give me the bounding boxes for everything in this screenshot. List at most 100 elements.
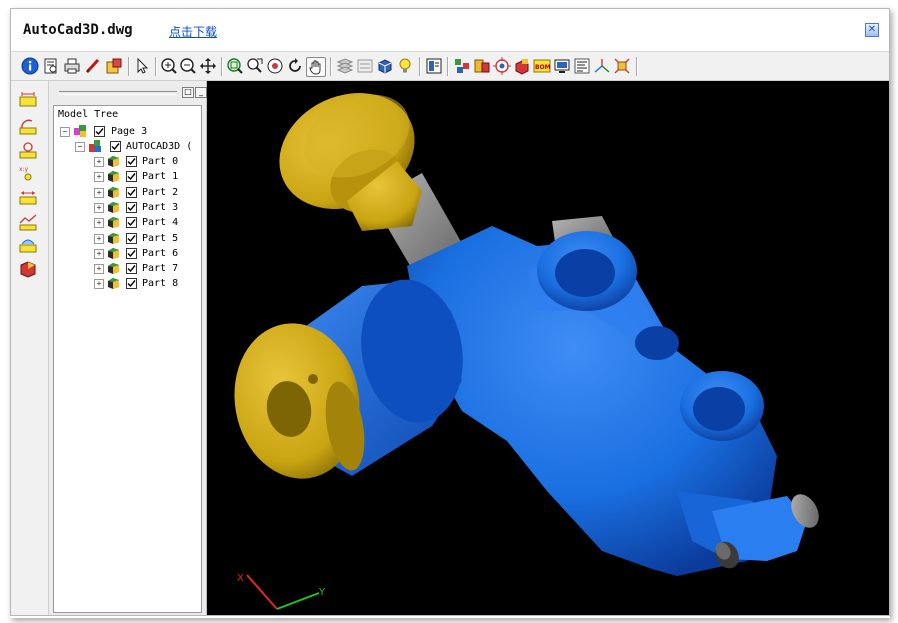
tree-node-part[interactable]: + Part 7 (54, 262, 200, 276)
panel-header: □ _ (49, 81, 207, 101)
preview-icon[interactable] (42, 57, 60, 75)
tree-node-part[interactable]: + Part 3 (54, 201, 200, 215)
3d-viewport[interactable]: X Y (207, 81, 889, 615)
part-icon (108, 263, 119, 275)
collapse-icon[interactable]: − (75, 142, 85, 152)
measure-length-icon[interactable] (18, 187, 38, 207)
checkbox[interactable] (126, 156, 137, 167)
top-gold-knob (279, 93, 422, 231)
expand-icon[interactable]: + (94, 218, 104, 229)
toolbar-separator (447, 57, 448, 76)
fit-all-icon[interactable] (613, 57, 631, 75)
checkbox[interactable] (126, 186, 137, 198)
checkbox[interactable] (94, 126, 105, 137)
checkbox[interactable] (126, 232, 137, 244)
hand-pan-icon[interactable] (306, 57, 326, 77)
part-icon (108, 247, 119, 259)
target-icon[interactable] (493, 57, 511, 75)
expand-icon[interactable]: + (94, 233, 104, 244)
expand-icon[interactable]: + (94, 248, 104, 259)
y-axis-label: Y (318, 587, 326, 598)
main-body (407, 226, 807, 576)
tree-node-part[interactable]: + Part 5 (54, 232, 200, 246)
zoom-fit-icon[interactable] (266, 57, 284, 75)
markup-pen-icon[interactable] (84, 57, 102, 75)
tree-node-page[interactable]: − Page 3 (54, 125, 200, 139)
main-toolbar: BOM (11, 52, 889, 81)
zoom-window-icon[interactable] (226, 57, 244, 75)
expand-icon[interactable]: + (94, 157, 104, 167)
svg-text:BOM: BOM (535, 64, 551, 71)
checkbox[interactable] (126, 247, 137, 259)
measure-radius-icon[interactable] (18, 141, 38, 161)
measure-point-icon[interactable]: x:y (18, 163, 38, 183)
part-icon (108, 186, 119, 198)
measure-angle-icon[interactable] (18, 117, 38, 137)
tree-node-part[interactable]: + Part 8 (54, 277, 200, 291)
export-icon[interactable] (105, 57, 123, 75)
expand-icon[interactable]: + (94, 172, 104, 183)
tree-node-label: Part 0 (142, 156, 179, 167)
tree-node-assembly[interactable]: − AUTOCAD3D ( (54, 140, 200, 154)
panel-minimize-button[interactable]: _ (195, 87, 207, 98)
select-arrow-icon[interactable] (133, 57, 151, 75)
checkbox[interactable] (110, 141, 121, 152)
box-icon[interactable] (18, 259, 38, 279)
model-tree: Model Tree − Page 3 − AUTOCAD3D ( + Part … (53, 105, 202, 613)
checkbox[interactable] (126, 278, 137, 290)
zoom-out-icon[interactable] (179, 57, 197, 75)
bom-icon[interactable]: BOM (533, 57, 551, 75)
download-link[interactable]: 点击下载 (169, 23, 217, 40)
section-icon[interactable] (473, 57, 491, 75)
dimension-icon[interactable] (356, 57, 374, 75)
tree-node-part[interactable]: + Part 4 (54, 216, 200, 230)
print-icon[interactable] (63, 57, 81, 75)
tree-node-part[interactable]: + Part 6 (54, 247, 200, 261)
axis-icon[interactable] (593, 57, 611, 75)
tree-node-part[interactable]: + Part 2 (54, 186, 200, 200)
pan-icon[interactable] (199, 57, 217, 75)
panel-splitter[interactable] (59, 91, 177, 95)
zoom-extents-icon[interactable] (246, 57, 264, 75)
measure-chart-icon[interactable] (18, 213, 38, 233)
toolbar-separator (128, 57, 129, 76)
title-bar: AutoCad3D.dwg 点击下载 ✕ (11, 9, 889, 52)
viewer-window: AutoCad3D.dwg 点击下载 ✕ BOM x:y □ _ Model T… (10, 8, 890, 616)
tree-node-label: Part 5 (142, 232, 179, 244)
checkbox[interactable] (126, 201, 137, 213)
tree-node-label: Part 4 (142, 217, 179, 229)
display-icon[interactable] (553, 57, 571, 75)
zoom-in-icon[interactable] (160, 57, 178, 75)
tree-node-part[interactable]: + Part 1 (54, 170, 200, 184)
cube-view-icon[interactable] (376, 57, 394, 75)
part-icon (108, 232, 119, 244)
text-list-icon[interactable] (573, 57, 591, 75)
expand-icon[interactable]: + (94, 202, 104, 213)
front-cylinder (234, 279, 463, 479)
collapse-icon[interactable]: − (60, 127, 70, 137)
checkbox[interactable] (126, 171, 137, 183)
document-title: AutoCad3D.dwg (23, 22, 133, 38)
toolbar-separator (155, 57, 156, 76)
lightbulb-icon[interactable] (396, 57, 414, 75)
close-icon[interactable]: ✕ (865, 23, 879, 37)
measure-toolbar: x:y (11, 81, 49, 615)
layers-icon[interactable] (336, 57, 354, 75)
properties-icon[interactable] (425, 57, 443, 75)
explode-icon[interactable] (453, 57, 471, 75)
expand-icon[interactable]: + (94, 264, 104, 275)
tree-node-part[interactable]: + Part 0 (54, 155, 200, 169)
info-icon[interactable] (21, 57, 39, 75)
measure-distance-icon[interactable] (18, 91, 38, 111)
tree-node-label: Part 3 (142, 201, 179, 213)
part-icon (108, 217, 119, 229)
rotate-icon[interactable] (286, 57, 304, 75)
measure-area-icon[interactable] (18, 235, 38, 255)
checkbox[interactable] (126, 217, 137, 229)
parts-icon[interactable] (513, 57, 531, 75)
panel-restore-button[interactable]: □ (182, 87, 194, 98)
expand-icon[interactable]: + (94, 187, 104, 198)
3d-model: X Y (234, 93, 819, 610)
expand-icon[interactable]: + (94, 279, 104, 290)
checkbox[interactable] (126, 263, 137, 275)
